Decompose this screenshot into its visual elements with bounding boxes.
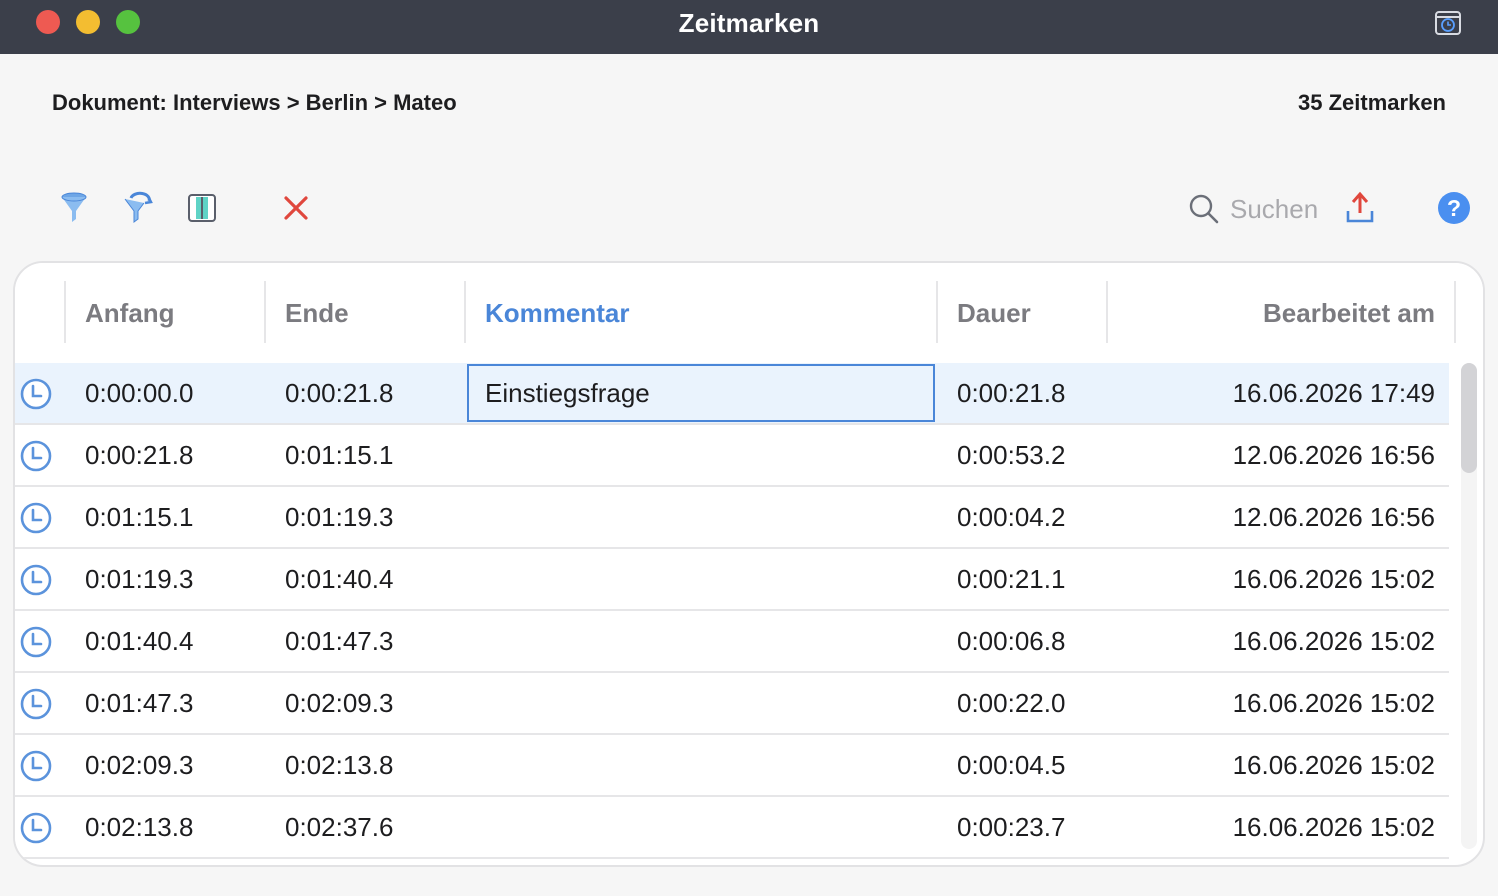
column-header-anfang[interactable]: Anfang [85, 281, 175, 345]
column-header-ende[interactable]: Ende [285, 281, 349, 345]
cell-dauer[interactable]: 0:00:23.7 [957, 797, 1065, 857]
window-clock-icon[interactable] [1434, 9, 1462, 37]
clock-icon[interactable] [19, 439, 53, 473]
columns-button[interactable] [182, 188, 222, 228]
clock-icon[interactable] [19, 377, 53, 411]
cell-bearbeitet-am[interactable]: 16.06.2026 17:49 [1127, 363, 1435, 423]
filter-reset-button[interactable] [118, 188, 158, 228]
cell-kommentar[interactable] [485, 797, 935, 857]
export-button[interactable] [1340, 188, 1380, 228]
cell-dauer[interactable]: 0:00:53.2 [957, 425, 1065, 485]
filter-button[interactable] [54, 188, 94, 228]
cell-ende[interactable]: 0:01:15.1 [285, 425, 393, 485]
cell-ende[interactable]: 0:02:13.8 [285, 735, 393, 795]
cell-bearbeitet-am[interactable]: 16.06.2026 15:02 [1127, 797, 1435, 857]
column-header-kommentar[interactable]: Kommentar [485, 281, 629, 345]
cell-ende[interactable]: 0:02:09.3 [285, 673, 393, 733]
cell-anfang[interactable]: 0:01:40.4 [85, 611, 193, 671]
zeitmarken-count: 35 Zeitmarken [1298, 90, 1446, 115]
column-header-bearbeitet[interactable]: Bearbeitet am [1127, 281, 1435, 345]
table-row[interactable]: 0:01:19.3 0:01:40.4 0:00:21.1 16.06.2026 15… [15, 549, 1449, 611]
cell-dauer[interactable]: 0:00:04.2 [957, 487, 1065, 547]
cell-bearbeitet-am[interactable]: 12.06.2026 16:56 [1127, 487, 1435, 547]
column-separator[interactable] [64, 281, 66, 343]
table-row[interactable]: 0:00:00.0 0:00:21.8 Einstiegsfrage 0:00:21.… [15, 363, 1449, 425]
column-header-dauer[interactable]: Dauer [957, 281, 1031, 345]
filter-reset-icon [124, 191, 153, 223]
document-path: Dokument: Interviews > Berlin > Mateo [52, 90, 457, 115]
column-separator[interactable] [264, 281, 266, 343]
zeitmarken-window: Zeitmarken Dokument: Interviews > Berlin… [0, 0, 1498, 896]
cell-dauer[interactable]: 0:00:21.8 [957, 363, 1065, 423]
cell-ende[interactable]: 0:01:40.4 [285, 549, 393, 609]
cell-bearbeitet-am[interactable]: 16.06.2026 15:02 [1127, 735, 1435, 795]
title-bar: Zeitmarken [0, 0, 1498, 54]
help-icon: ? [1438, 192, 1470, 224]
cell-anfang[interactable]: 0:01:19.3 [85, 549, 193, 609]
table-row[interactable]: 0:01:47.3 0:02:09.3 0:00:22.0 16.06.2026 15… [15, 673, 1449, 735]
cell-bearbeitet-am[interactable]: 16.06.2026 15:02 [1127, 549, 1435, 609]
delete-button[interactable] [276, 188, 316, 228]
clock-icon[interactable] [19, 687, 53, 721]
cell-kommentar[interactable] [485, 425, 935, 485]
window-title: Zeitmarken [678, 8, 820, 38]
table-row[interactable]: 0:02:13.8 0:02:37.6 0:00:23.7 16.06.2026 15… [15, 797, 1449, 859]
svg-text:?: ? [1447, 195, 1461, 221]
zeitmarken-table: Anfang Ende Kommentar Dauer Bearbeitet a… [13, 261, 1485, 867]
column-separator[interactable] [464, 281, 466, 343]
cell-kommentar[interactable] [485, 487, 935, 547]
cell-kommentar[interactable] [485, 735, 935, 795]
table-row[interactable]: 0:00:21.8 0:01:15.1 0:00:53.2 12.06.2026 16… [15, 425, 1449, 487]
cell-ende[interactable]: 0:01:47.3 [285, 611, 393, 671]
cell-bearbeitet-am[interactable]: 12.06.2026 16:56 [1127, 425, 1435, 485]
cell-dauer[interactable]: 0:00:04.5 [957, 735, 1065, 795]
clock-icon[interactable] [19, 811, 53, 845]
search-input[interactable] [1230, 193, 1340, 225]
clock-icon[interactable] [19, 749, 53, 783]
clock-icon[interactable] [19, 501, 53, 535]
table-header: Anfang Ende Kommentar Dauer Bearbeitet a… [15, 263, 1483, 363]
cell-kommentar[interactable] [485, 673, 935, 733]
table-row[interactable]: 0:01:40.4 0:01:47.3 0:00:06.8 16.06.2026 15… [15, 611, 1449, 673]
table-row[interactable]: 0:02:09.3 0:02:13.8 0:00:04.5 16.06.2026 15… [15, 735, 1449, 797]
cell-dauer[interactable]: 0:00:22.0 [957, 673, 1065, 733]
cell-ende[interactable]: 0:01:19.3 [285, 487, 393, 547]
cell-anfang[interactable]: 0:00:21.8 [85, 425, 193, 485]
clock-icon[interactable] [19, 625, 53, 659]
cell-dauer[interactable]: 0:00:21.1 [957, 549, 1065, 609]
cell-anfang[interactable]: 0:02:09.3 [85, 735, 193, 795]
delete-icon [284, 196, 308, 220]
cell-anfang[interactable]: 0:00:00.0 [85, 363, 193, 423]
column-separator[interactable] [936, 281, 938, 343]
clock-icon[interactable] [19, 563, 53, 597]
cell-kommentar[interactable] [485, 611, 935, 671]
kommentar-edit-field[interactable]: Einstiegsfrage [467, 364, 935, 422]
columns-icon [188, 194, 216, 222]
cell-ende[interactable]: 0:02:37.6 [285, 797, 393, 857]
scrollbar-thumb[interactable] [1461, 363, 1477, 473]
column-separator[interactable] [1454, 281, 1456, 343]
column-separator[interactable] [1106, 281, 1108, 343]
cell-bearbeitet-am[interactable]: 16.06.2026 15:02 [1127, 611, 1435, 671]
cell-kommentar[interactable] [485, 549, 935, 609]
search-field[interactable] [1188, 190, 1340, 228]
filter-icon [61, 192, 87, 222]
table-row[interactable]: 0:01:15.1 0:01:19.3 0:00:04.2 12.06.2026 16… [15, 487, 1449, 549]
cell-dauer[interactable]: 0:00:06.8 [957, 611, 1065, 671]
search-icon [1189, 194, 1219, 224]
help-button[interactable]: ? [1434, 188, 1474, 228]
cell-anfang[interactable]: 0:01:15.1 [85, 487, 193, 547]
cell-anfang[interactable]: 0:02:13.8 [85, 797, 193, 857]
export-icon [1346, 191, 1374, 223]
cell-anfang[interactable]: 0:01:47.3 [85, 673, 193, 733]
cell-bearbeitet-am[interactable]: 16.06.2026 15:02 [1127, 673, 1435, 733]
cell-ende[interactable]: 0:00:21.8 [285, 363, 393, 423]
